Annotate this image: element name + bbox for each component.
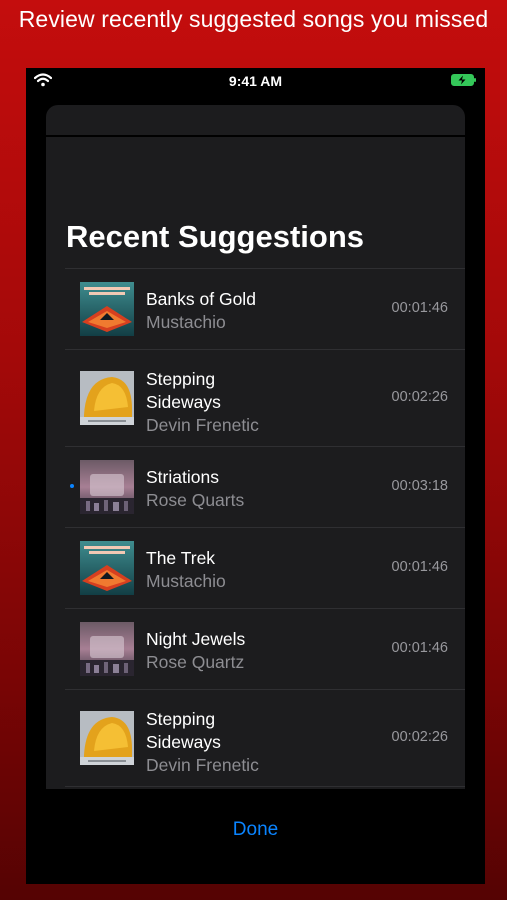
song-duration: 00:03:18 [391,478,448,494]
song-artist: Rose Quartz [146,652,245,672]
song-duration: 00:01:46 [391,300,448,316]
song-duration: 00:02:26 [391,729,448,745]
suggestions-list: Banks of Gold Mustachio 00:01:46 Steppin… [65,268,465,787]
sheet-title: Recent Suggestions [66,219,364,254]
song-artist: Mustachio [146,571,226,591]
song-title: The Trek [146,548,216,568]
phone-screen: 9:41 AM Recent Suggestions Banks of Gold… [26,68,485,884]
song-row[interactable]: Stepping Sideways Devin Frenetic 00:02:2… [65,349,465,446]
song-row[interactable]: Night Jewels Rose Quartz 00:01:46 [65,608,465,689]
song-title: Banks of Gold [146,289,256,309]
background-sheet [46,105,465,135]
song-artist: Devin Frenetic [146,755,259,775]
status-time: 9:41 AM [228,73,283,89]
kayak-album-art [80,541,134,595]
song-title: Night Jewels [146,629,246,649]
helmet-album-art [80,371,134,425]
double-tap-album-art [80,622,134,676]
song-row[interactable]: Striations Rose Quarts 00:03:18 [65,446,465,527]
battery-charging-icon [451,74,476,86]
song-title: Stepping Sideways [146,369,221,412]
song-artist: Devin Frenetic [146,415,259,435]
double-tap-album-art [80,460,134,514]
song-artist: Mustachio [146,312,226,332]
song-row[interactable]: The Trek Mustachio 00:01:46 [65,527,465,608]
promo-banner-text: Review recently suggested songs you miss… [18,6,489,32]
helmet-album-art [80,711,134,765]
kayak-album-art [80,282,134,336]
song-artist: Rose Quarts [146,490,245,510]
recent-suggestions-sheet: Recent Suggestions Banks of Gold Mustach… [46,137,465,789]
song-duration: 00:02:26 [391,389,448,405]
unplayed-indicator [70,484,74,488]
status-bar: 9:41 AM [26,68,485,94]
song-duration: 00:01:46 [391,559,448,575]
song-duration: 00:01:46 [391,640,448,656]
song-row[interactable]: Banks of Gold Mustachio 00:01:46 [65,268,465,349]
song-title: Stepping Sideways [146,709,221,752]
song-row[interactable]: Stepping Sideways Devin Frenetic 00:02:2… [65,689,465,787]
done-button[interactable]: Done [26,819,485,841]
song-title: Striations [146,467,219,487]
